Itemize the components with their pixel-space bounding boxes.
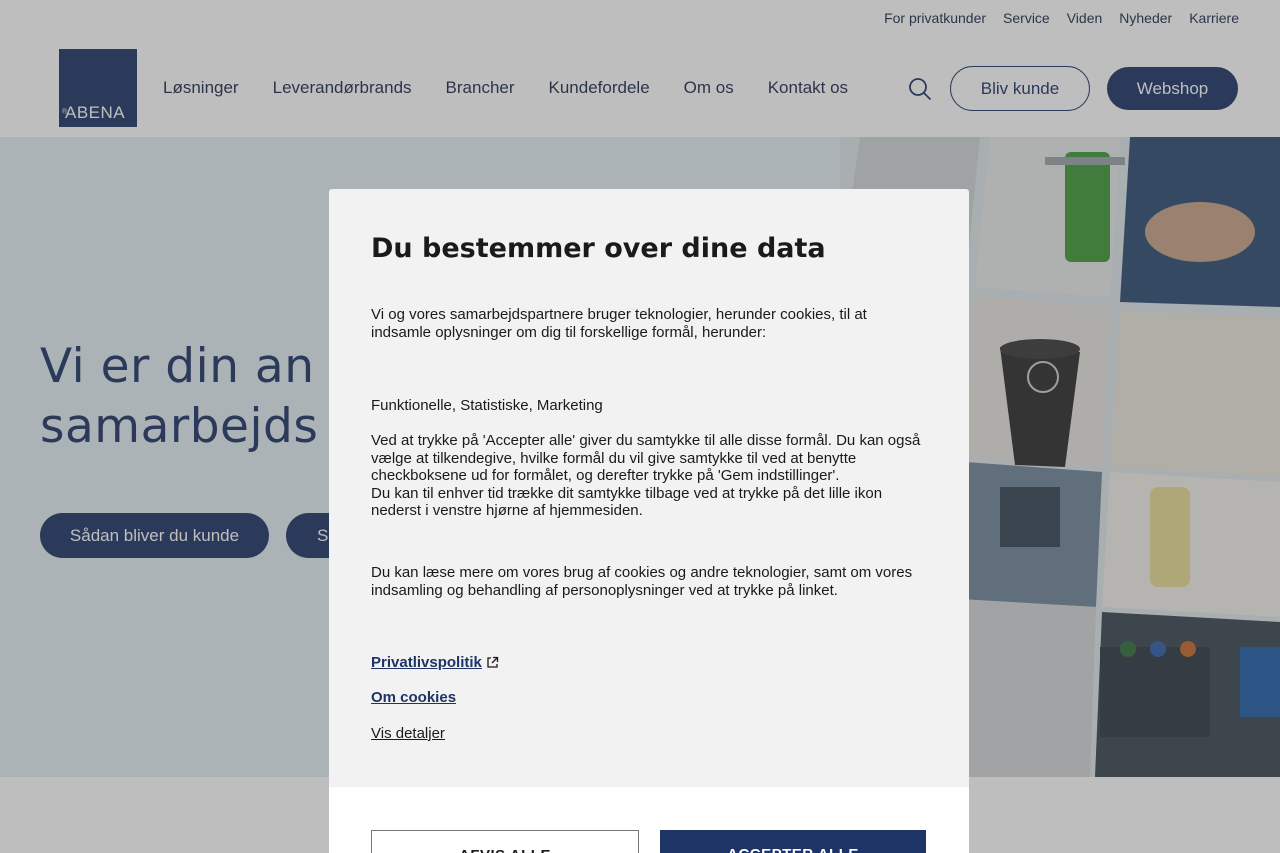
accept-all-button[interactable]: ACCEPTER ALLE: [660, 830, 926, 853]
cookie-consent-dialog: Du bestemmer over dine data Vi og vores …: [329, 189, 969, 853]
consent-text-line-2: Du kan til enhver tid trække dit samtykk…: [371, 484, 883, 520]
modal-read-more-text: Du kan læse mere om vores brug af cookie…: [371, 564, 913, 599]
consent-text-line-1: Ved at trykke på 'Accepter alle' giver d…: [371, 432, 921, 484]
modal-consent-text: Ved at trykke på 'Accepter alle' giver d…: [371, 432, 931, 520]
privacy-policy-link[interactable]: Privatlivspolitik: [371, 654, 482, 671]
modal-footer: AFVIS ALLE ACCEPTER ALLE: [329, 787, 969, 853]
about-cookies-link[interactable]: Om cookies: [371, 689, 456, 706]
modal-purposes-text: Funktionelle, Statistiske, Marketing: [371, 397, 603, 414]
reject-all-button[interactable]: AFVIS ALLE: [371, 830, 639, 853]
external-link-icon: [487, 656, 499, 668]
show-details-link[interactable]: Vis detaljer: [371, 725, 445, 742]
modal-intro-text: Vi og vores samarbejdspartnere bruger te…: [371, 306, 867, 341]
modal-title: Du bestemmer over dine data: [371, 233, 826, 264]
